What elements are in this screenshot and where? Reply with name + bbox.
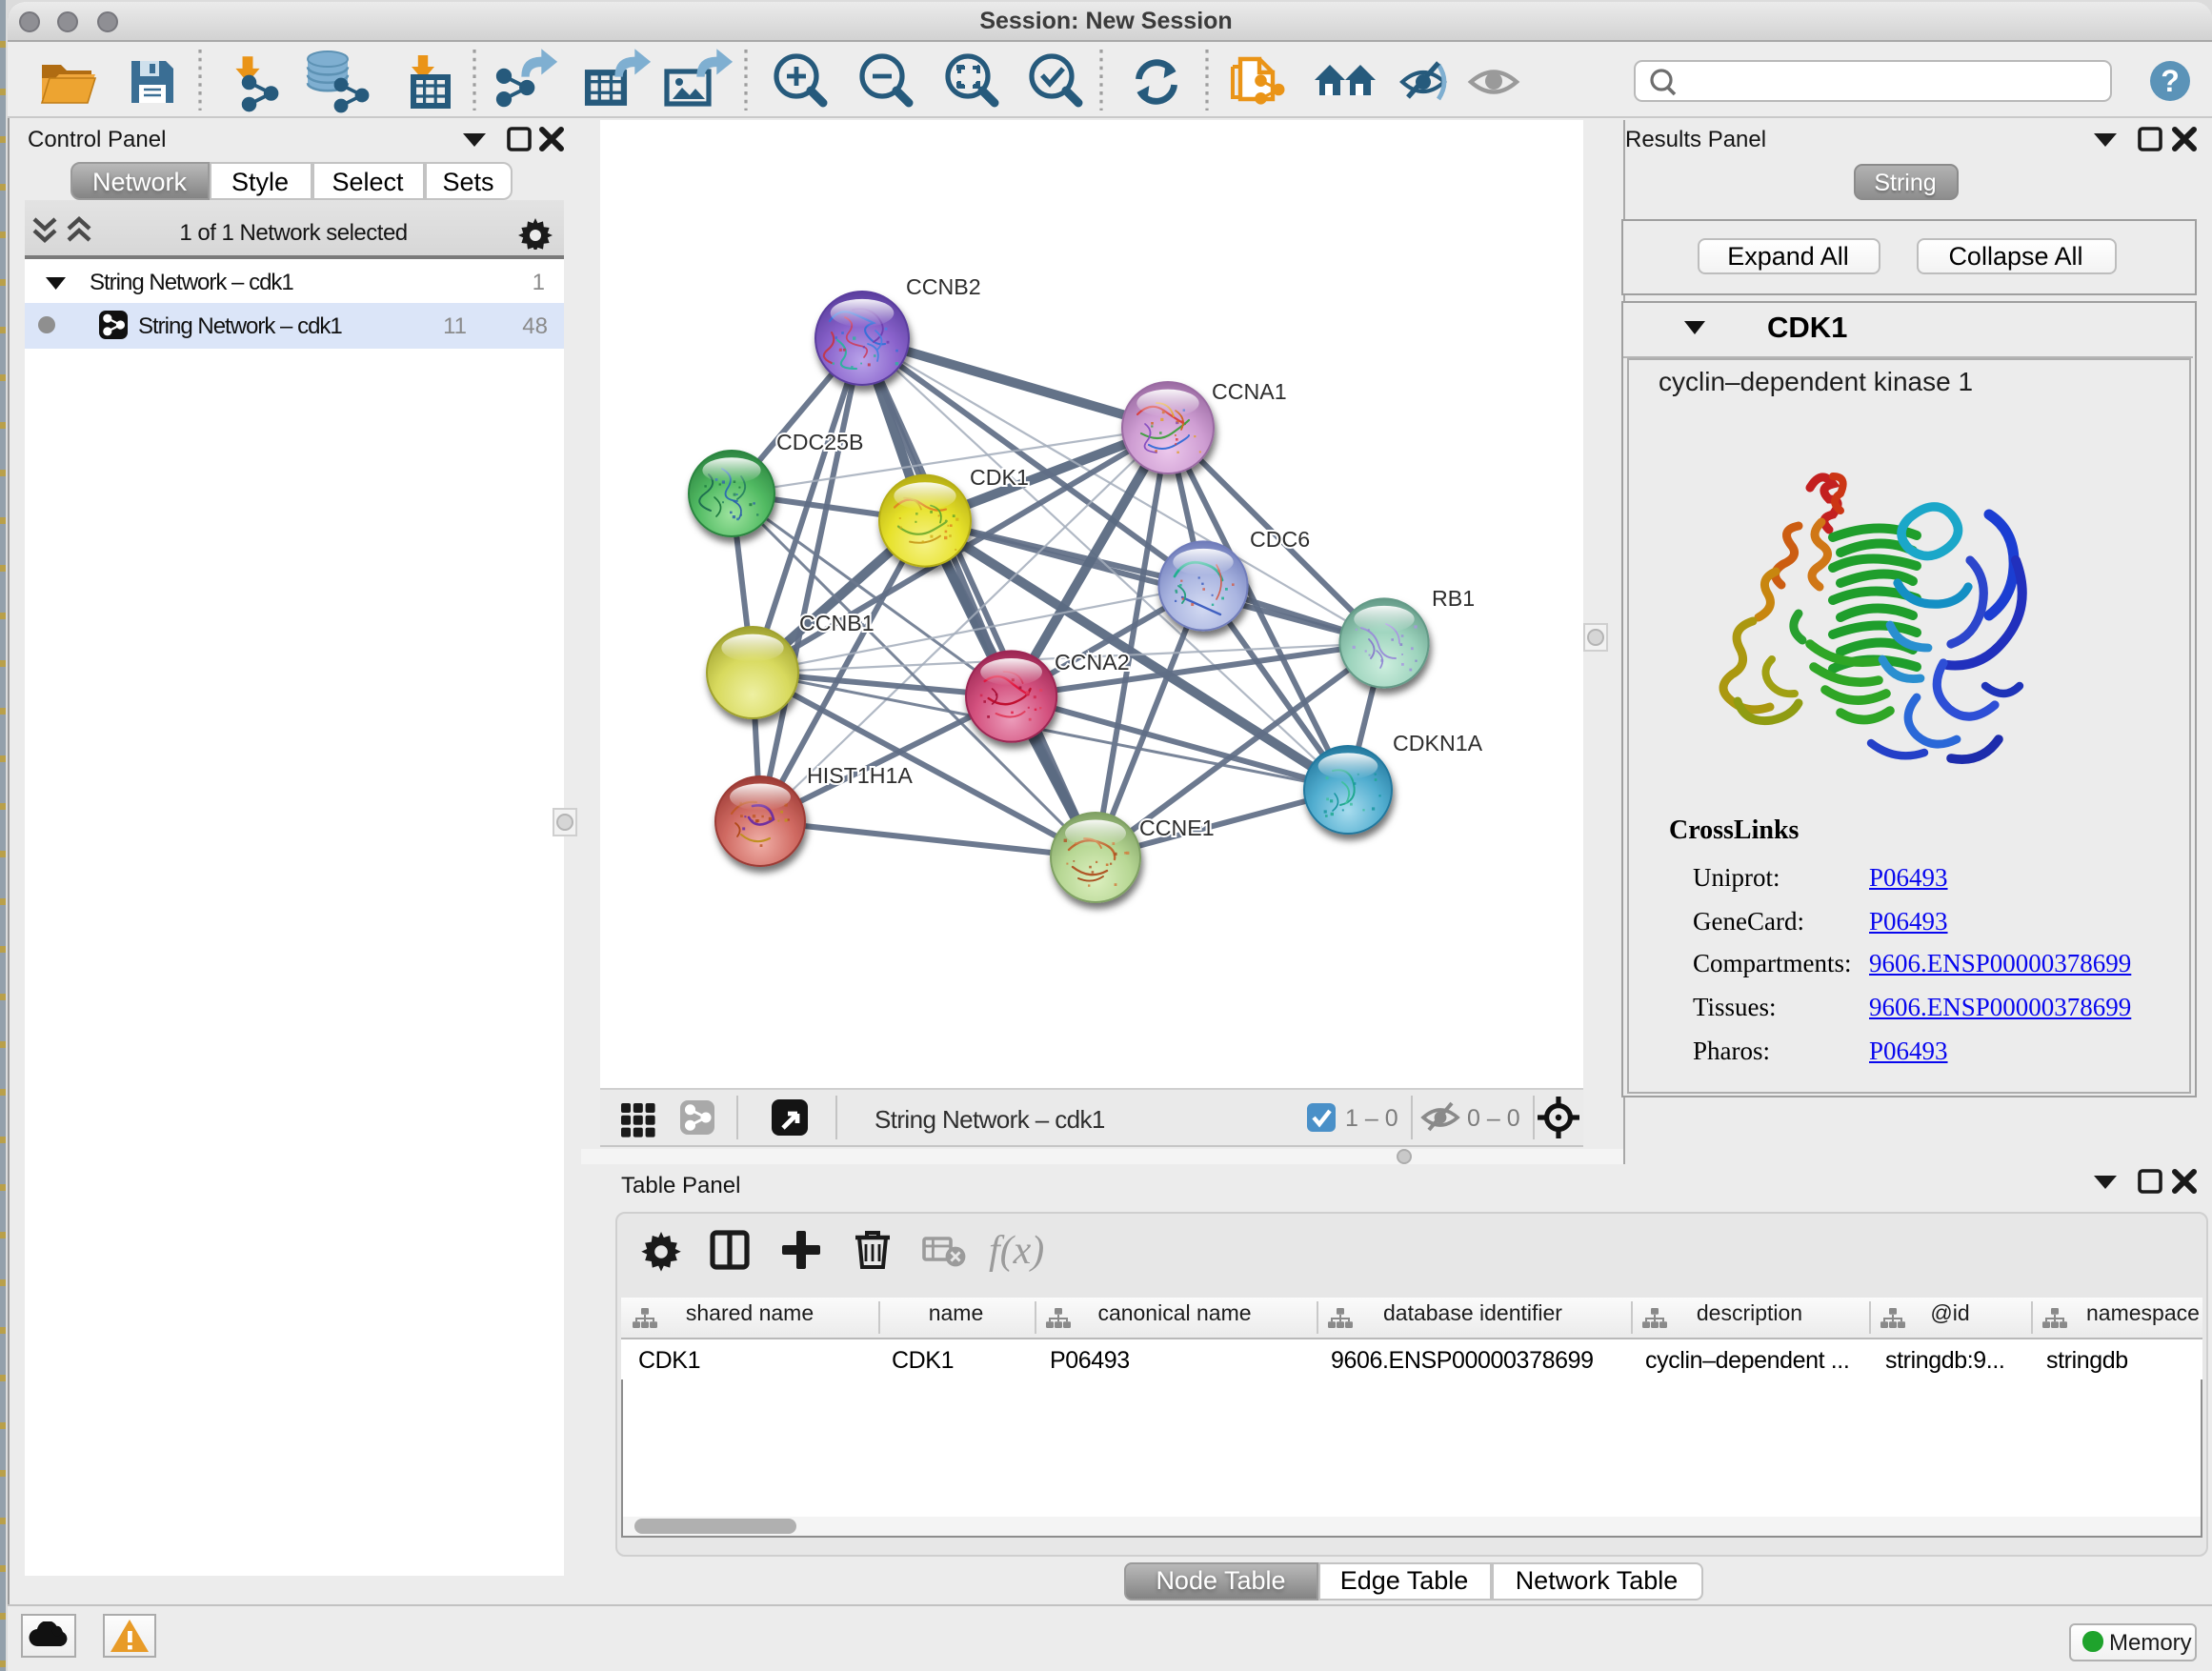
- svg-text:0 – 0: 0 – 0: [1467, 1105, 1520, 1132]
- svg-text:CDKN1A: CDKN1A: [1392, 730, 1482, 755]
- svg-text:f(x): f(x): [988, 1229, 1043, 1273]
- svg-text:1 – 0: 1 – 0: [1345, 1105, 1398, 1132]
- svg-text:CDK1: CDK1: [969, 464, 1028, 489]
- svg-text:CCNB1: CCNB1: [798, 610, 874, 634]
- svg-text:?: ?: [2161, 64, 2180, 98]
- svg-text:HIST1H1A: HIST1H1A: [806, 762, 912, 787]
- svg-text:CCNA2: CCNA2: [1054, 649, 1129, 674]
- svg-text:CCNB2: CCNB2: [905, 273, 980, 298]
- svg-text:CCNE1: CCNE1: [1138, 815, 1214, 839]
- svg-text:CCNA1: CCNA1: [1211, 378, 1286, 403]
- svg-text:CDC25B: CDC25B: [775, 429, 863, 453]
- svg-text:RB1: RB1: [1431, 585, 1474, 610]
- svg-text:CDC6: CDC6: [1249, 526, 1309, 551]
